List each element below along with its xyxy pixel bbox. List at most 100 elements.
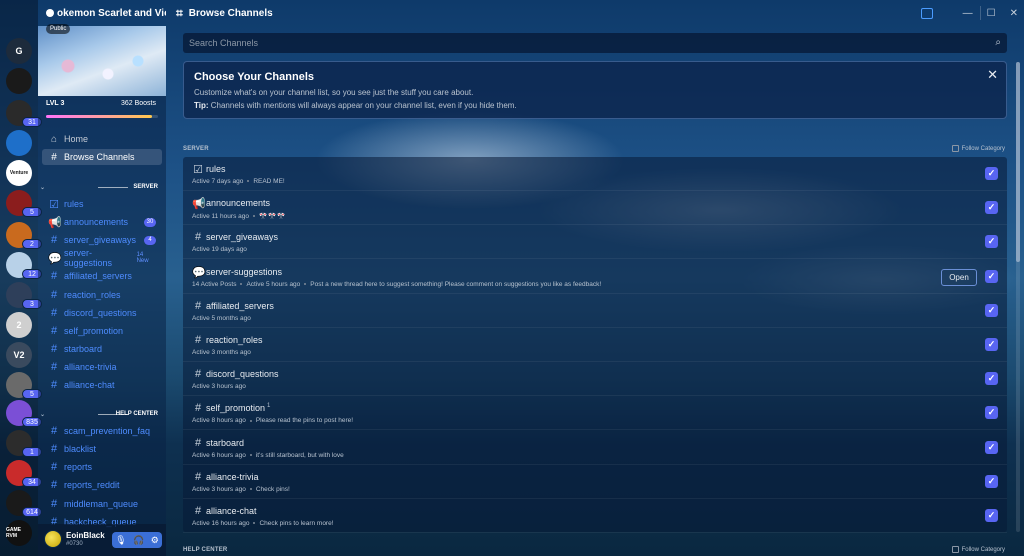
channel-topic: Check pins! xyxy=(255,485,290,493)
follow-checkbox[interactable]: ✓ xyxy=(985,303,998,317)
channel-title: rules xyxy=(206,164,226,174)
channel-name: reaction_roles xyxy=(64,289,121,300)
channel-activity: Active 11 hours ago xyxy=(192,213,249,221)
channel-type-icon: # xyxy=(194,436,202,449)
scrollbar[interactable] xyxy=(1016,62,1020,532)
category-header[interactable]: ⌄ SERVER xyxy=(38,182,166,192)
boost-info[interactable]: LVL 3 362 Boosts xyxy=(38,100,166,114)
channel-row[interactable]: # discord_questions Active 3 hours ago ✓ xyxy=(183,362,1007,397)
channel-name: blacklist xyxy=(64,444,97,455)
avatar[interactable] xyxy=(44,530,62,548)
server-icon[interactable]: GAME RVM xyxy=(6,520,32,546)
category-divider xyxy=(98,186,128,188)
sidebar-channel[interactable]: # reaction_roles xyxy=(42,287,162,303)
channel-row[interactable]: # server_giveaways Active 19 days ago ✓ xyxy=(183,225,1007,260)
sidebar-channel[interactable]: # alliance-trivia xyxy=(42,359,162,375)
close-icon[interactable]: ✕ xyxy=(987,67,998,83)
channel-topic-emoji: 🎌🎌🎌 xyxy=(258,213,287,221)
minimize-button[interactable]: — xyxy=(963,8,973,19)
follow-category-server[interactable]: Follow Category xyxy=(951,145,1005,152)
channel-activity: 14 Active Posts xyxy=(192,280,237,288)
server-icon[interactable] xyxy=(6,68,32,94)
channel-name: rules xyxy=(64,199,84,209)
channel-row[interactable]: # reaction_roles Active 3 months ago ✓ xyxy=(183,328,1007,362)
channel-row[interactable]: # alliance-chat Active 16 hours ago Check p… xyxy=(183,499,1007,533)
sidebar-channel[interactable]: 📢 announcements 30 xyxy=(42,214,162,230)
sidebar-channel[interactable]: # server_giveaways 4 xyxy=(42,232,162,248)
search-placeholder: Search Channels xyxy=(189,38,259,48)
follow-checkbox[interactable]: ✓ xyxy=(985,509,998,522)
category-header[interactable]: ⌄ HELP CENTER xyxy=(38,409,166,419)
sidebar-channel[interactable]: ☑ rules xyxy=(42,196,162,212)
sidebar-channel[interactable]: # affiliated_servers xyxy=(42,268,162,284)
window-controls: — ☐ ✕ xyxy=(920,0,1018,26)
follow-checkbox[interactable]: ✓ xyxy=(985,440,998,454)
channel-row[interactable]: 📢 announcements Active 11 hours ago 🎌🎌🎌 ✓ xyxy=(183,191,1007,226)
sidebar-nav-home[interactable]: ⌂ Home xyxy=(42,131,162,147)
channel-title: discord_questions xyxy=(206,369,279,379)
sidebar-channel[interactable]: # scam_prevention_faq xyxy=(42,423,162,439)
sidebar-channel[interactable]: # reports_reddit xyxy=(42,477,162,493)
search-channels-input[interactable]: Search Channels ⌕ xyxy=(183,33,1007,53)
channel-type-icon: # xyxy=(194,470,202,483)
follow-checkbox[interactable]: ✓ xyxy=(985,474,998,488)
microphone-icon[interactable]: 🎙 xyxy=(115,535,126,546)
channel-name: reports xyxy=(64,462,93,473)
channel-type-icon: # xyxy=(194,505,202,517)
channel-row[interactable]: # alliance-trivia Active 3 hours ago Check … xyxy=(183,465,1007,499)
server-banner: Public xyxy=(38,24,166,96)
inbox-icon[interactable] xyxy=(920,7,933,19)
channel-name: discord_questions xyxy=(206,369,279,380)
sidebar-channel[interactable]: 💬 server-suggestions 14 New xyxy=(42,248,162,269)
tip-label: Tip: xyxy=(194,101,209,110)
follow-checkbox[interactable]: ✓ xyxy=(985,372,998,386)
channel-name: alliance-chat xyxy=(64,380,115,390)
follow-category-help-center[interactable]: Follow Category xyxy=(951,546,1005,553)
follow-checkbox[interactable]: ✓ xyxy=(985,338,998,351)
channel-title: affiliated_servers xyxy=(206,301,274,311)
sidebar-channel[interactable]: # middleman_queue xyxy=(42,496,162,512)
channel-type-icon: # xyxy=(194,299,202,312)
sidebar-channel[interactable]: # discord_questions xyxy=(42,305,162,321)
channel-meta: Active 7 days ago READ ME! xyxy=(192,178,285,185)
server-icon[interactable]: Venture xyxy=(6,160,32,186)
follow-checkbox[interactable]: ✓ xyxy=(985,167,998,180)
channel-row[interactable]: # affiliated_servers Active 5 months ago ✓ xyxy=(183,294,1007,328)
channel-row[interactable]: 💬 server-suggestions 14 Active Posts Active… xyxy=(183,260,1007,294)
maximize-button[interactable]: ☐ xyxy=(987,8,996,19)
channel-name: server-suggestions xyxy=(64,248,113,269)
follow-checkbox[interactable]: ✓ xyxy=(985,269,998,283)
sidebar-channel[interactable]: # reports xyxy=(42,459,162,475)
sidebar-channel[interactable]: # alliance-chat xyxy=(42,377,162,393)
server-icon[interactable]: V2 xyxy=(6,342,32,368)
channel-meta: Active 6 hours ago it's still starboard, … xyxy=(192,452,344,459)
follow-checkbox[interactable]: ✓ xyxy=(985,235,998,249)
channel-meta: Active 3 hours ago xyxy=(192,383,246,390)
follow-checkbox[interactable]: ✓ xyxy=(985,406,998,420)
channel-row[interactable]: # self_promotion 1 Active 8 hours ago Please… xyxy=(183,396,1007,431)
channel-activity-secondary: Active 5 hours ago xyxy=(246,280,301,288)
server-name-header[interactable]: okemon Scarlet and Violet xyxy=(40,0,166,26)
sidebar-nav-browse-channels[interactable]: # Browse Channels xyxy=(42,149,162,165)
close-button[interactable]: ✕ xyxy=(1010,8,1018,19)
follow-checkbox[interactable]: ✓ xyxy=(985,201,998,215)
user-tag: #0730 xyxy=(66,541,83,547)
channel-row[interactable]: ☑ rules Active 7 days ago READ ME! ✓ xyxy=(183,157,1007,191)
sidebar-channel[interactable]: # starboard xyxy=(42,341,162,357)
headphones-icon[interactable]: 🎧 xyxy=(133,535,144,546)
settings-gear-icon[interactable]: ⚙ xyxy=(151,535,159,546)
channel-name: server-suggestions xyxy=(206,266,283,277)
server-icon[interactable] xyxy=(6,130,32,156)
server-icon[interactable]: G xyxy=(6,38,32,64)
server-icon[interactable]: 2 xyxy=(6,312,32,338)
channel-row[interactable]: # starboard Active 6 hours ago it's still s… xyxy=(183,431,1007,465)
open-forum-button[interactable]: Open xyxy=(941,268,977,286)
channel-icon: ☑ xyxy=(49,198,59,211)
channel-type-icon: # xyxy=(194,368,202,381)
page-title-text: Browse Channels xyxy=(188,7,273,19)
scrollbar-thumb[interactable] xyxy=(1016,62,1020,262)
channel-icon: # xyxy=(50,270,58,283)
channel-type-icon: ☑ xyxy=(193,164,203,176)
sidebar-channel[interactable]: # self_promotion xyxy=(42,323,162,339)
sidebar-channel[interactable]: # blacklist xyxy=(42,441,162,457)
